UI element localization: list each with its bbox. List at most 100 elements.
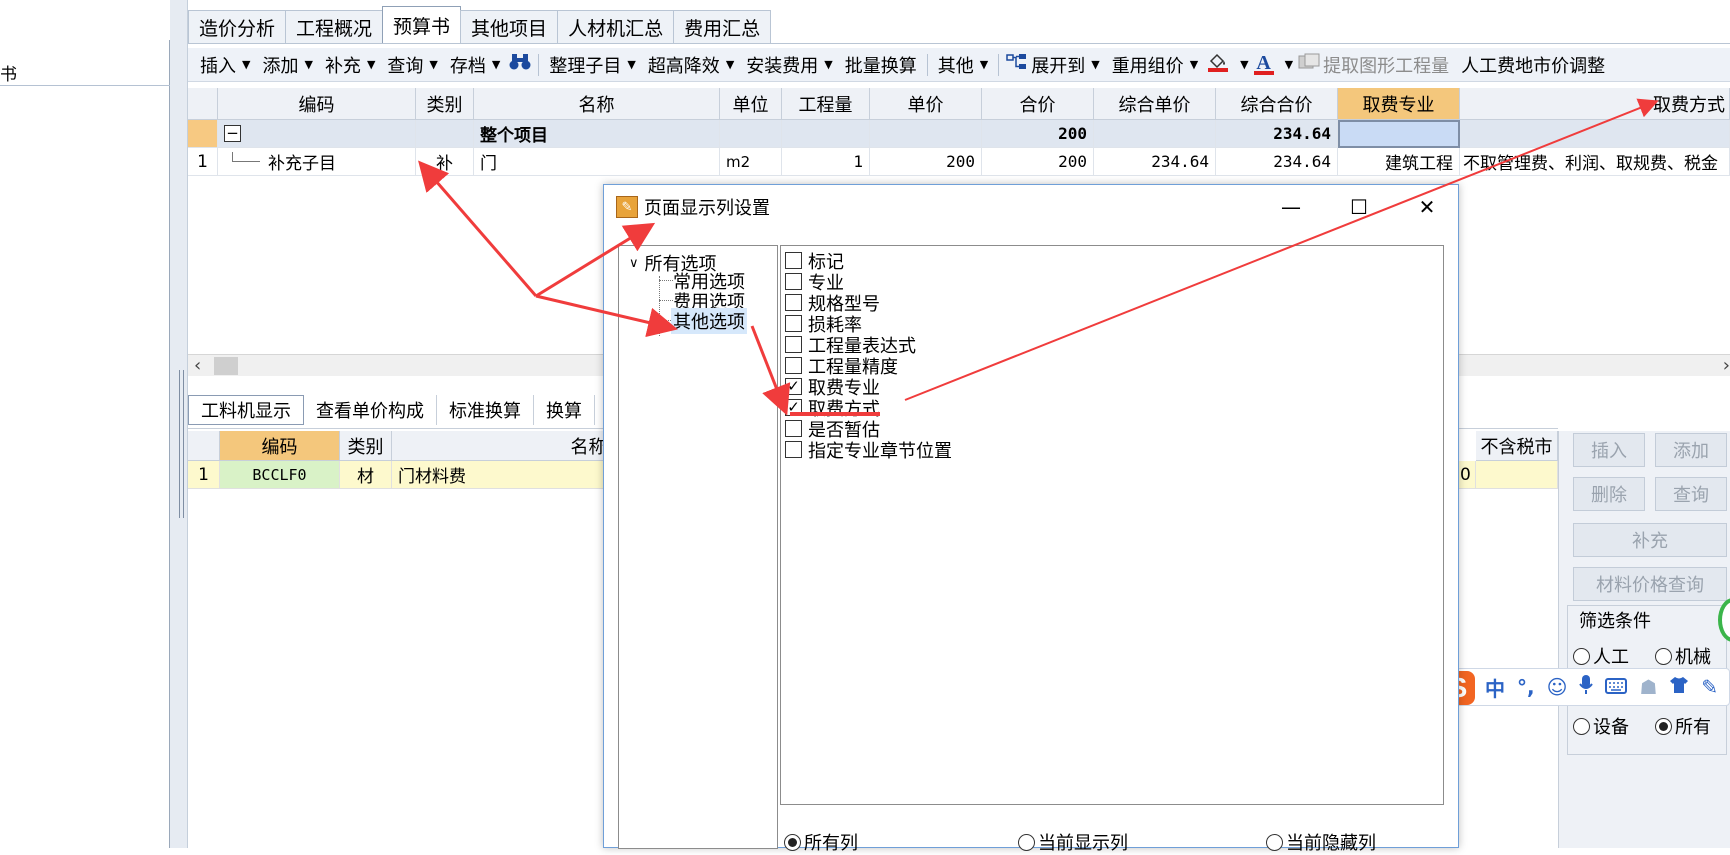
column-header-total[interactable]: 合价 xyxy=(982,88,1094,120)
row-unit[interactable]: m2 xyxy=(720,148,782,176)
microphone-icon[interactable] xyxy=(1579,674,1594,700)
close-icon[interactable]: ✕ xyxy=(1402,189,1452,225)
checkbox-unchecked-icon[interactable] xyxy=(785,336,802,353)
column-header-unit[interactable]: 单位 xyxy=(720,88,782,120)
checkbox-unchecked-icon[interactable] xyxy=(785,315,802,332)
checkbox-unchecked-icon[interactable] xyxy=(785,441,802,458)
column-header-unit-price[interactable]: 单价 xyxy=(870,88,982,120)
column-header-type[interactable]: 类别 xyxy=(416,88,474,120)
ime-punctuation[interactable]: °, xyxy=(1517,675,1535,699)
reuse-price-button[interactable]: 重用组价 ▼ xyxy=(1106,52,1204,78)
column-header-comp-price[interactable]: 综合单价 xyxy=(1094,88,1216,120)
chevron-down-icon[interactable]: ∨ xyxy=(629,256,639,271)
tab-fee-summary[interactable]: 费用汇总 xyxy=(673,10,772,44)
radio-shown-columns[interactable]: 当前显示列 xyxy=(1018,829,1128,855)
tab-cost-analysis[interactable]: 造价分析 xyxy=(188,10,287,44)
organize-items-button[interactable]: 整理子目 ▼ xyxy=(543,52,641,78)
supplement-resource-button[interactable]: 补充 xyxy=(1573,523,1727,557)
radio-hidden-columns[interactable]: 当前隐藏列 xyxy=(1266,829,1376,855)
super-high-button[interactable]: 超高降效 ▼ xyxy=(642,52,740,78)
archive-button[interactable]: 存档 ▼ xyxy=(444,52,506,78)
tab-resource-display[interactable]: 工料机显示 xyxy=(188,395,304,425)
labor-price-adjust-button[interactable]: 人工费地市价调整 xyxy=(1455,52,1611,78)
column-header-quantity[interactable]: 工程量 xyxy=(782,88,870,120)
row-name[interactable]: 门 xyxy=(474,148,720,176)
delete-resource-button[interactable]: 删除 xyxy=(1573,477,1645,511)
query-resource-button[interactable]: 查询 xyxy=(1655,477,1727,511)
checkbox-checked-icon[interactable]: ✓ xyxy=(785,378,802,395)
radio-all[interactable]: 所有 xyxy=(1655,713,1711,739)
tab-standard-conversion[interactable]: 标准换算 xyxy=(437,395,534,425)
tab-unit-price-composition[interactable]: 查看单价构成 xyxy=(304,395,437,425)
table-row-summary[interactable]: − 整个项目 200 234.64 xyxy=(188,120,1730,148)
radio-labor[interactable]: 人工 xyxy=(1573,643,1629,669)
column-header-price-ex-tax[interactable]: 不含税市 xyxy=(1476,431,1558,461)
tab-resource-summary[interactable]: 人材机汇总 xyxy=(557,10,675,44)
insert-resource-button[interactable]: 插入 xyxy=(1573,433,1645,467)
price-query-button[interactable]: 材料价格查询 xyxy=(1573,567,1727,601)
minimize-icon[interactable]: — xyxy=(1266,189,1316,225)
checkbox-unchecked-icon[interactable] xyxy=(785,273,802,290)
maximize-icon[interactable]: ☐ xyxy=(1334,189,1384,225)
tool-icon[interactable]: ✎ xyxy=(1701,675,1718,699)
column-header-name[interactable]: 名称 xyxy=(474,88,720,120)
row-quantity[interactable]: 1 xyxy=(782,148,870,176)
column-header-code[interactable]: 编码 xyxy=(220,431,340,461)
supplement-button[interactable]: 补充 ▼ xyxy=(319,52,381,78)
add-button[interactable]: 添加 ▼ xyxy=(256,52,318,78)
resource-code[interactable]: BCCLF0 xyxy=(220,461,340,489)
resource-type[interactable]: 材 xyxy=(340,461,392,489)
row-fee-method[interactable]: 不取管理费、利润、取规费、税金 xyxy=(1460,148,1730,176)
font-color-icon[interactable]: A xyxy=(1251,53,1277,75)
row-type[interactable]: 补 xyxy=(416,148,474,176)
user-icon[interactable]: ☗ xyxy=(1639,675,1657,699)
radio-machine[interactable]: 机械 xyxy=(1655,643,1711,669)
column-header-type[interactable]: 类别 xyxy=(340,431,392,461)
extract-quantity-button[interactable]: 提取图形工程量 xyxy=(1323,52,1455,78)
smiley-icon[interactable]: ☺ xyxy=(1547,675,1568,699)
tab-project-overview[interactable]: 工程概况 xyxy=(285,10,384,44)
dialog-titlebar[interactable]: ✎ 页面显示列设置 — ☐ ✕ xyxy=(604,185,1458,229)
column-header-code[interactable]: 编码 xyxy=(218,88,416,120)
tab-other-items[interactable]: 其他项目 xyxy=(460,10,559,44)
keyboard-icon[interactable] xyxy=(1605,675,1628,699)
other-button[interactable]: 其他 ▼ xyxy=(932,52,994,78)
fill-color-dropdown[interactable]: ▼ xyxy=(1232,58,1250,71)
ime-toolbar[interactable]: S 中 °, ☺ ☗ ✎ xyxy=(1438,668,1730,706)
font-color-dropdown[interactable]: ▼ xyxy=(1277,58,1295,71)
batch-convert-button[interactable]: 批量换算 xyxy=(839,52,923,78)
scroll-left-icon[interactable]: ‹ xyxy=(194,355,201,376)
radio-all-columns[interactable]: 所有列 xyxy=(784,829,858,855)
panel-splitter[interactable] xyxy=(179,370,184,518)
checkbox-unchecked-icon[interactable] xyxy=(785,252,802,269)
ime-mode-chinese[interactable]: 中 xyxy=(1485,673,1505,702)
install-fee-button[interactable]: 安装费用 ▼ xyxy=(740,52,838,78)
column-header-fee-major[interactable]: 取费专业 xyxy=(1338,88,1460,120)
resource-value[interactable]: 0 xyxy=(1458,461,1476,489)
row-unit-price[interactable]: 200 xyxy=(870,148,982,176)
tab-budget-book[interactable]: 预算书 xyxy=(382,6,462,44)
binoculars-icon[interactable] xyxy=(506,53,534,76)
tree-node-other[interactable]: 其他选项 xyxy=(671,308,747,334)
fill-color-icon[interactable] xyxy=(1204,52,1232,77)
column-header-comp-total[interactable]: 综合合价 xyxy=(1216,88,1338,120)
row-fee-major[interactable]: 建筑工程 xyxy=(1338,148,1460,176)
column-header-fee-method[interactable]: 取费方式 xyxy=(1460,88,1730,120)
checkbox-checked-icon[interactable]: ✓ xyxy=(785,399,802,416)
checkbox-unchecked-icon[interactable] xyxy=(785,357,802,374)
scroll-thumb[interactable] xyxy=(214,357,238,375)
radio-equipment[interactable]: 设备 xyxy=(1573,713,1629,739)
tree-expand-icon[interactable] xyxy=(1003,53,1031,76)
table-row[interactable]: 1 补充子目 补 门 m2 1 200 200 234.64 234.64 建筑… xyxy=(188,148,1730,176)
resource-price-cell[interactable] xyxy=(1476,461,1558,489)
insert-button[interactable]: 插入 ▼ xyxy=(194,52,256,78)
expand-to-button[interactable]: 展开到 ▼ xyxy=(1031,52,1105,78)
query-button[interactable]: 查询 ▼ xyxy=(381,52,443,78)
collapse-icon[interactable]: − xyxy=(224,125,241,142)
scroll-right-icon[interactable]: › xyxy=(1723,355,1730,376)
selected-cell[interactable] xyxy=(1338,120,1460,148)
add-resource-button[interactable]: 添加 xyxy=(1655,433,1727,467)
shirt-icon[interactable] xyxy=(1669,675,1689,699)
column-option-checkbox[interactable]: 指定专业章节位置 xyxy=(785,439,952,462)
tab-conversion[interactable]: 换算 xyxy=(534,395,595,425)
